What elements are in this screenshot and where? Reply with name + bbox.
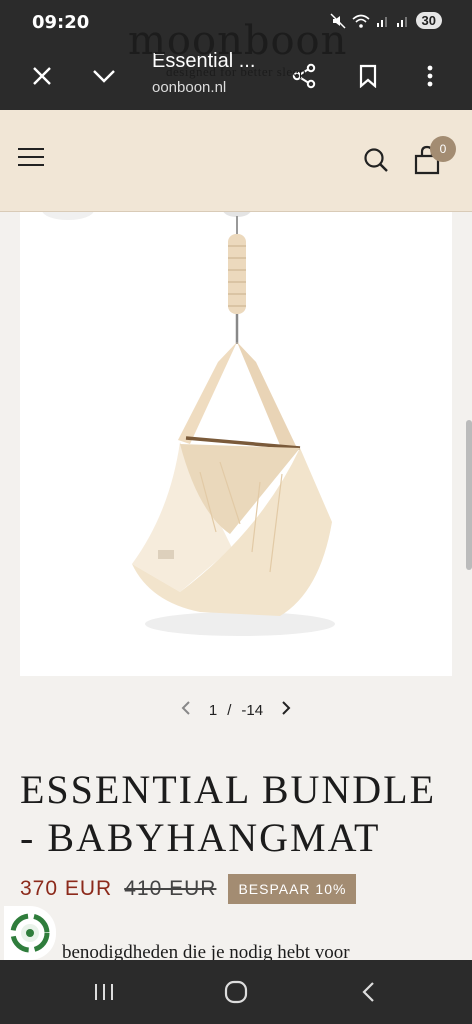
collapse-button[interactable] — [86, 58, 122, 94]
previous-image-button[interactable] — [181, 700, 191, 721]
search-button[interactable] — [362, 146, 390, 174]
menu-icon — [18, 148, 44, 166]
search-icon — [364, 148, 388, 172]
chevron-right-icon — [282, 700, 291, 715]
chevron-left-icon — [181, 700, 190, 715]
product-image[interactable] — [20, 212, 452, 676]
hammock-illustration — [42, 212, 335, 636]
close-button[interactable] — [24, 58, 60, 94]
home-button[interactable] — [216, 978, 256, 1006]
logo-tagline: designed for better sleep — [166, 64, 306, 79]
signal-icon — [376, 16, 387, 27]
page-url[interactable]: oonboon.nl — [152, 79, 226, 96]
back-icon — [362, 982, 374, 1002]
battery-indicator: 30 — [415, 12, 442, 29]
recycle-badge-icon — [10, 913, 50, 953]
current-price: 370 EUR — [20, 877, 113, 900]
eco-badge-widget[interactable] — [4, 906, 56, 960]
price-row: 370 EUR 410 EUR BESPAAR 10% — [20, 874, 357, 904]
wifi-icon — [352, 14, 370, 28]
more-vert-icon — [427, 65, 433, 87]
recents-button[interactable] — [84, 978, 124, 1006]
logo-wordmark: moonboon — [128, 18, 348, 64]
pager-separator: / — [227, 701, 232, 719]
home-icon — [224, 980, 248, 1004]
next-image-button[interactable] — [281, 700, 291, 721]
bookmark-icon — [359, 64, 377, 88]
site-logo[interactable]: moonboon designed for better sleep — [128, 18, 348, 80]
pager-current: 1 — [208, 701, 218, 719]
close-icon — [33, 67, 51, 85]
site-header — [0, 110, 472, 212]
product-title: ESSENTIAL BUNDLE - BABYHANGMAT — [20, 767, 437, 860]
original-price: 410 EUR — [124, 877, 217, 900]
system-navigation-bar — [0, 960, 472, 1024]
menu-button[interactable] — [18, 148, 44, 168]
recents-icon — [95, 984, 113, 1000]
signal-icon-2 — [396, 16, 407, 27]
bookmark-button[interactable] — [350, 58, 386, 94]
cart-count-badge: 0 — [430, 136, 456, 162]
more-options-button[interactable] — [412, 58, 448, 94]
back-button[interactable] — [348, 978, 388, 1006]
gallery-pager: 1 / -14 — [0, 698, 472, 722]
status-time: 09:20 — [32, 12, 90, 33]
chevron-down-icon — [93, 70, 115, 83]
scroll-indicator[interactable] — [466, 420, 472, 570]
pager-total: -14 — [241, 701, 264, 719]
discount-badge: BESPAAR 10% — [228, 874, 357, 904]
